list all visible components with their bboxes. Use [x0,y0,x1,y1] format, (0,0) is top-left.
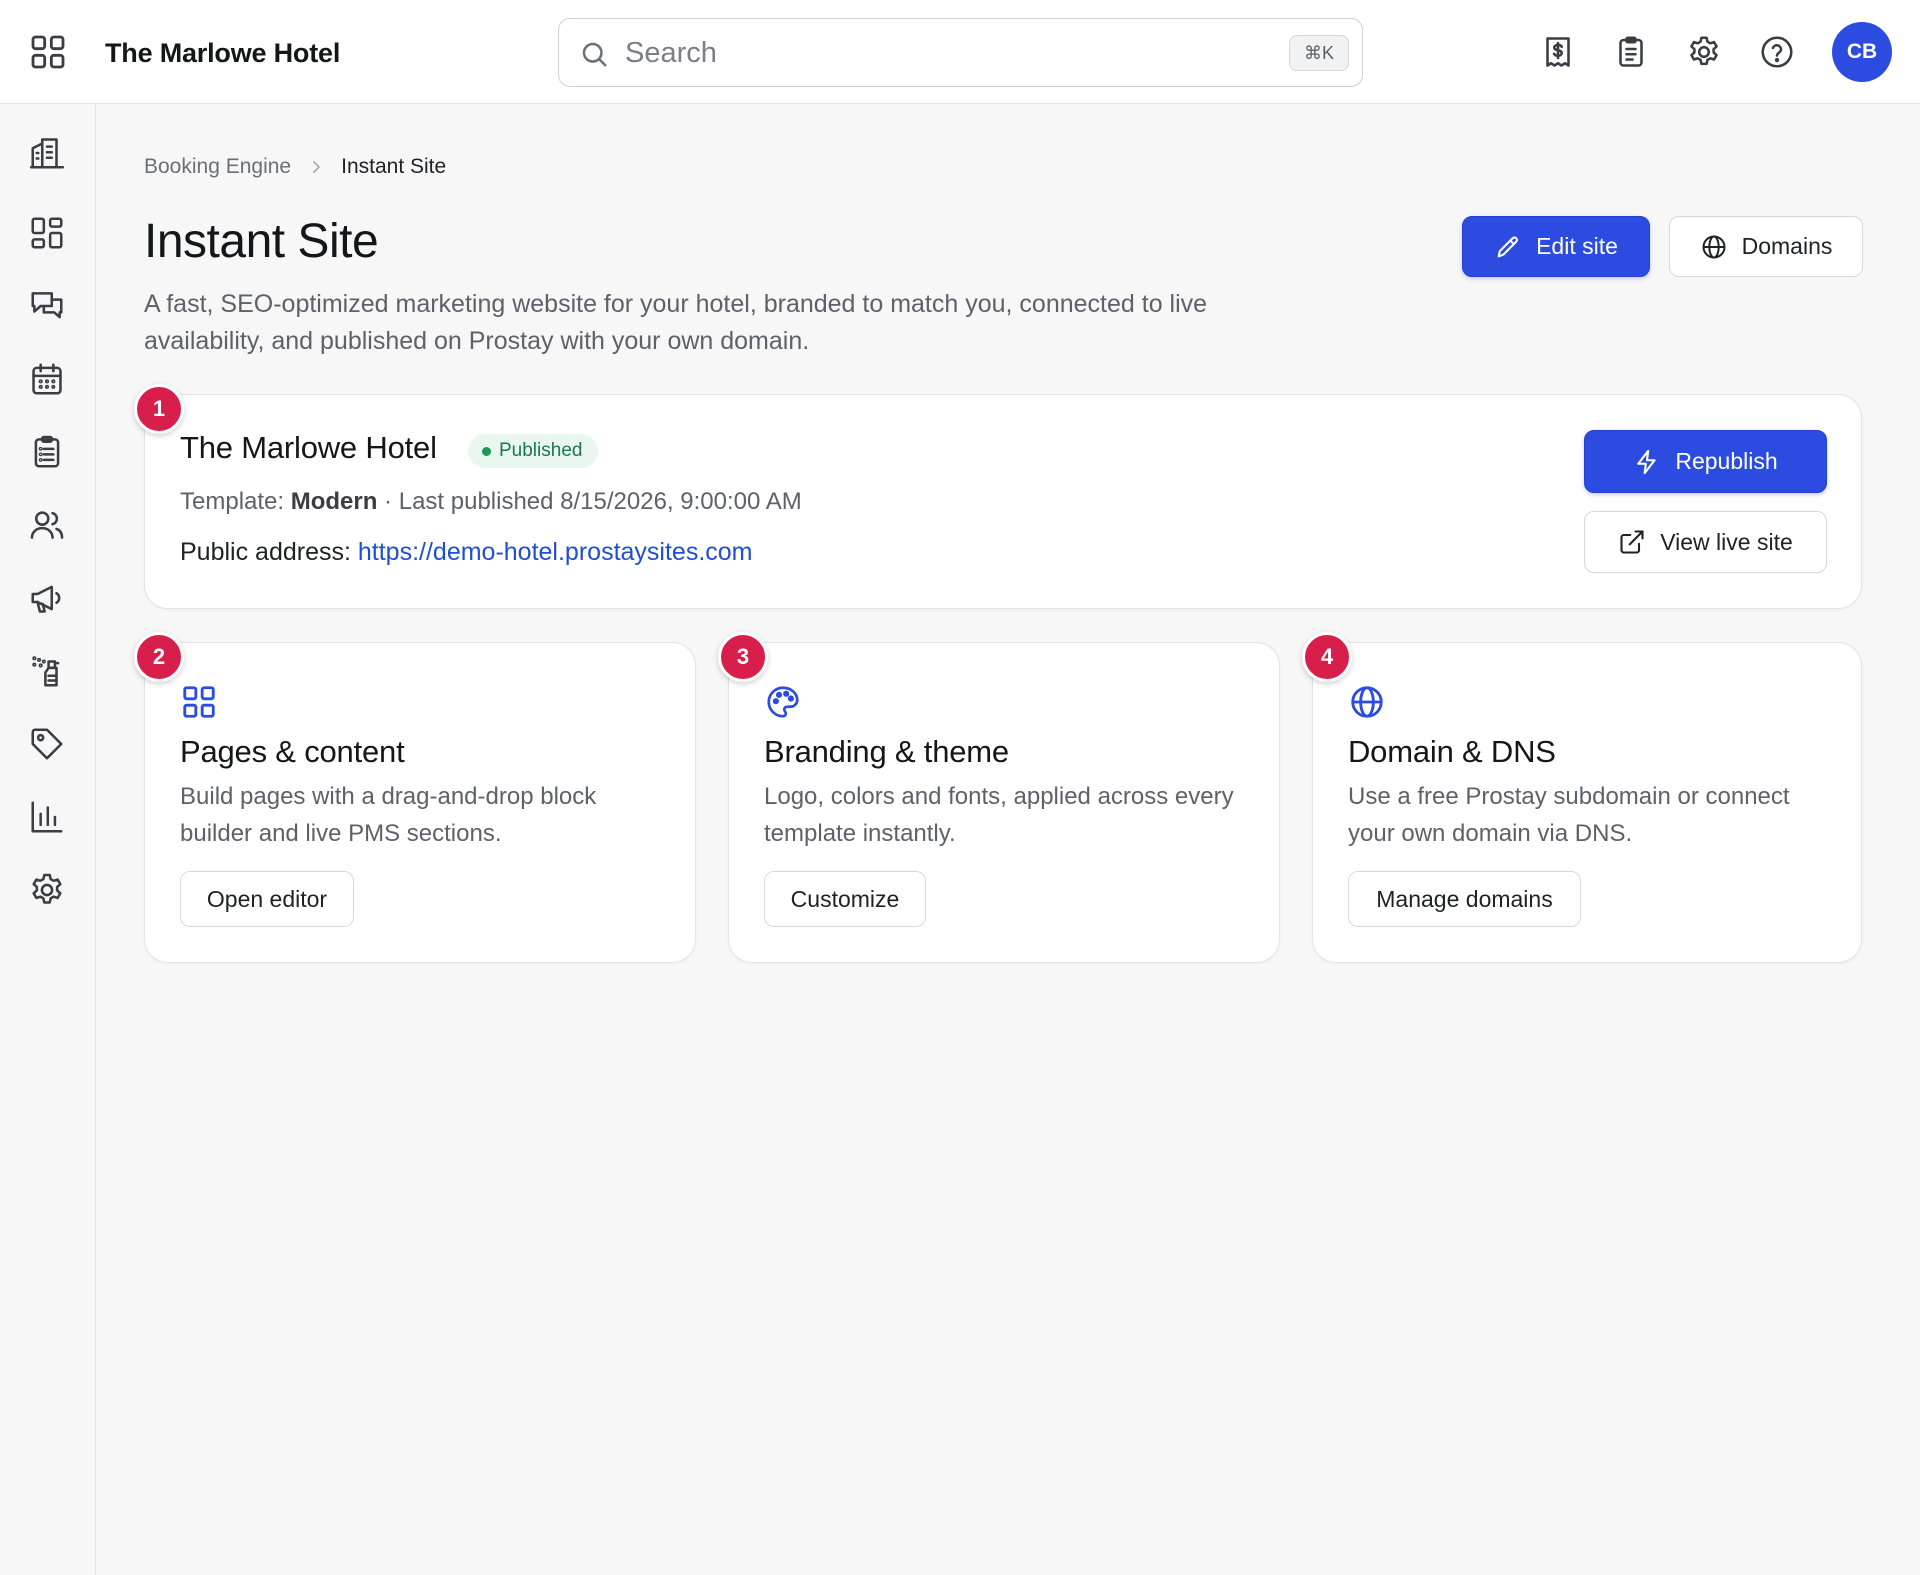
republish-label: Republish [1675,448,1778,474]
chevron-right-icon [307,158,325,176]
feature-description: Build pages with a drag-and-drop block b… [180,783,597,847]
customize-button[interactable]: Customize [764,871,926,927]
user-avatar[interactable]: CB [1832,22,1892,82]
search-shortcut-hint: ⌘K [1288,35,1349,71]
domains-button[interactable]: Domains [1669,216,1863,277]
view-live-site-button[interactable]: View live site [1584,511,1827,573]
grid-icon [180,683,218,721]
pencil-icon [1494,233,1522,261]
feature-title: Branding & theme [764,734,1009,769]
gear-icon[interactable] [1686,34,1722,70]
app-title: The Marlowe Hotel [105,38,341,68]
globe-icon [1348,683,1386,721]
settings-icon[interactable] [28,871,66,909]
domains-label: Domains [1741,233,1833,259]
template-info: Template: Modern · Last published 8/15/2… [180,488,802,516]
edit-site-label: Edit site [1536,233,1618,259]
lightning-icon [1633,448,1661,476]
calendar-icon[interactable] [28,360,66,398]
messages-icon[interactable] [28,287,66,325]
hotel-building-icon[interactable] [28,134,66,172]
public-address-link[interactable]: https://demo-hotel.prostaysites.com [358,538,753,566]
status-badge: Published [468,434,599,468]
open-editor-button[interactable]: Open editor [180,871,354,927]
feature-description: Logo, colors and fonts, applied across e… [764,783,1234,847]
bar-chart-icon[interactable] [28,798,66,836]
megaphone-icon[interactable] [28,579,66,617]
step-badge: 3 [718,632,768,682]
clipboard-icon[interactable] [1613,34,1649,70]
view-live-site-label: View live site [1660,528,1793,555]
palette-icon [764,683,802,721]
step-badge: 2 [134,632,184,682]
step-badge: 1 [134,384,184,434]
status-dot [482,446,491,456]
edit-site-button[interactable]: Edit site [1462,216,1650,277]
breadcrumb: Booking Engine Instant Site [144,155,446,179]
page-title: Instant Site [144,215,379,268]
manage-domains-button[interactable]: Manage domains [1348,871,1581,927]
template-prefix: Template: [180,488,291,515]
search-box[interactable]: ⌘K [558,18,1363,87]
breadcrumb-current: Instant Site [341,155,447,178]
feature-title: Domain & DNS [1348,734,1556,769]
globe-icon [1700,233,1728,261]
republish-button[interactable]: Republish [1584,430,1827,493]
external-link-icon [1618,528,1646,556]
breadcrumb-booking-engine[interactable]: Booking Engine [144,155,291,179]
apps-grid-icon[interactable] [28,32,68,72]
top-bar: The Marlowe Hotel ⌘K CB [0,0,1920,104]
last-published: · Last published 8/15/2026, 9:00:00 AM [377,488,802,515]
address-prefix: Public address: [180,538,358,566]
step-badge: 4 [1302,632,1352,682]
template-name: Modern [290,488,378,515]
status-label: Published [499,440,583,461]
feature-description: Use a free Prostay subdomain or connect … [1348,783,1790,847]
housekeeping-spray-icon[interactable] [28,652,66,690]
search-icon [579,39,609,69]
feature-title: Pages & content [180,734,405,769]
dashboard-icon[interactable] [28,214,66,252]
tag-icon[interactable] [28,725,66,763]
receipt-icon[interactable] [1540,34,1576,70]
sidebar [0,104,96,1575]
page-description: A fast, SEO-optimized marketing website … [144,290,1208,355]
site-name: The Marlowe Hotel [180,430,437,465]
help-icon[interactable] [1759,34,1795,70]
search-input[interactable] [625,33,1225,73]
public-address: Public address: https://demo-hotel.prost… [180,538,753,567]
guests-icon[interactable] [28,506,66,544]
clipboard-list-icon[interactable] [28,433,66,471]
